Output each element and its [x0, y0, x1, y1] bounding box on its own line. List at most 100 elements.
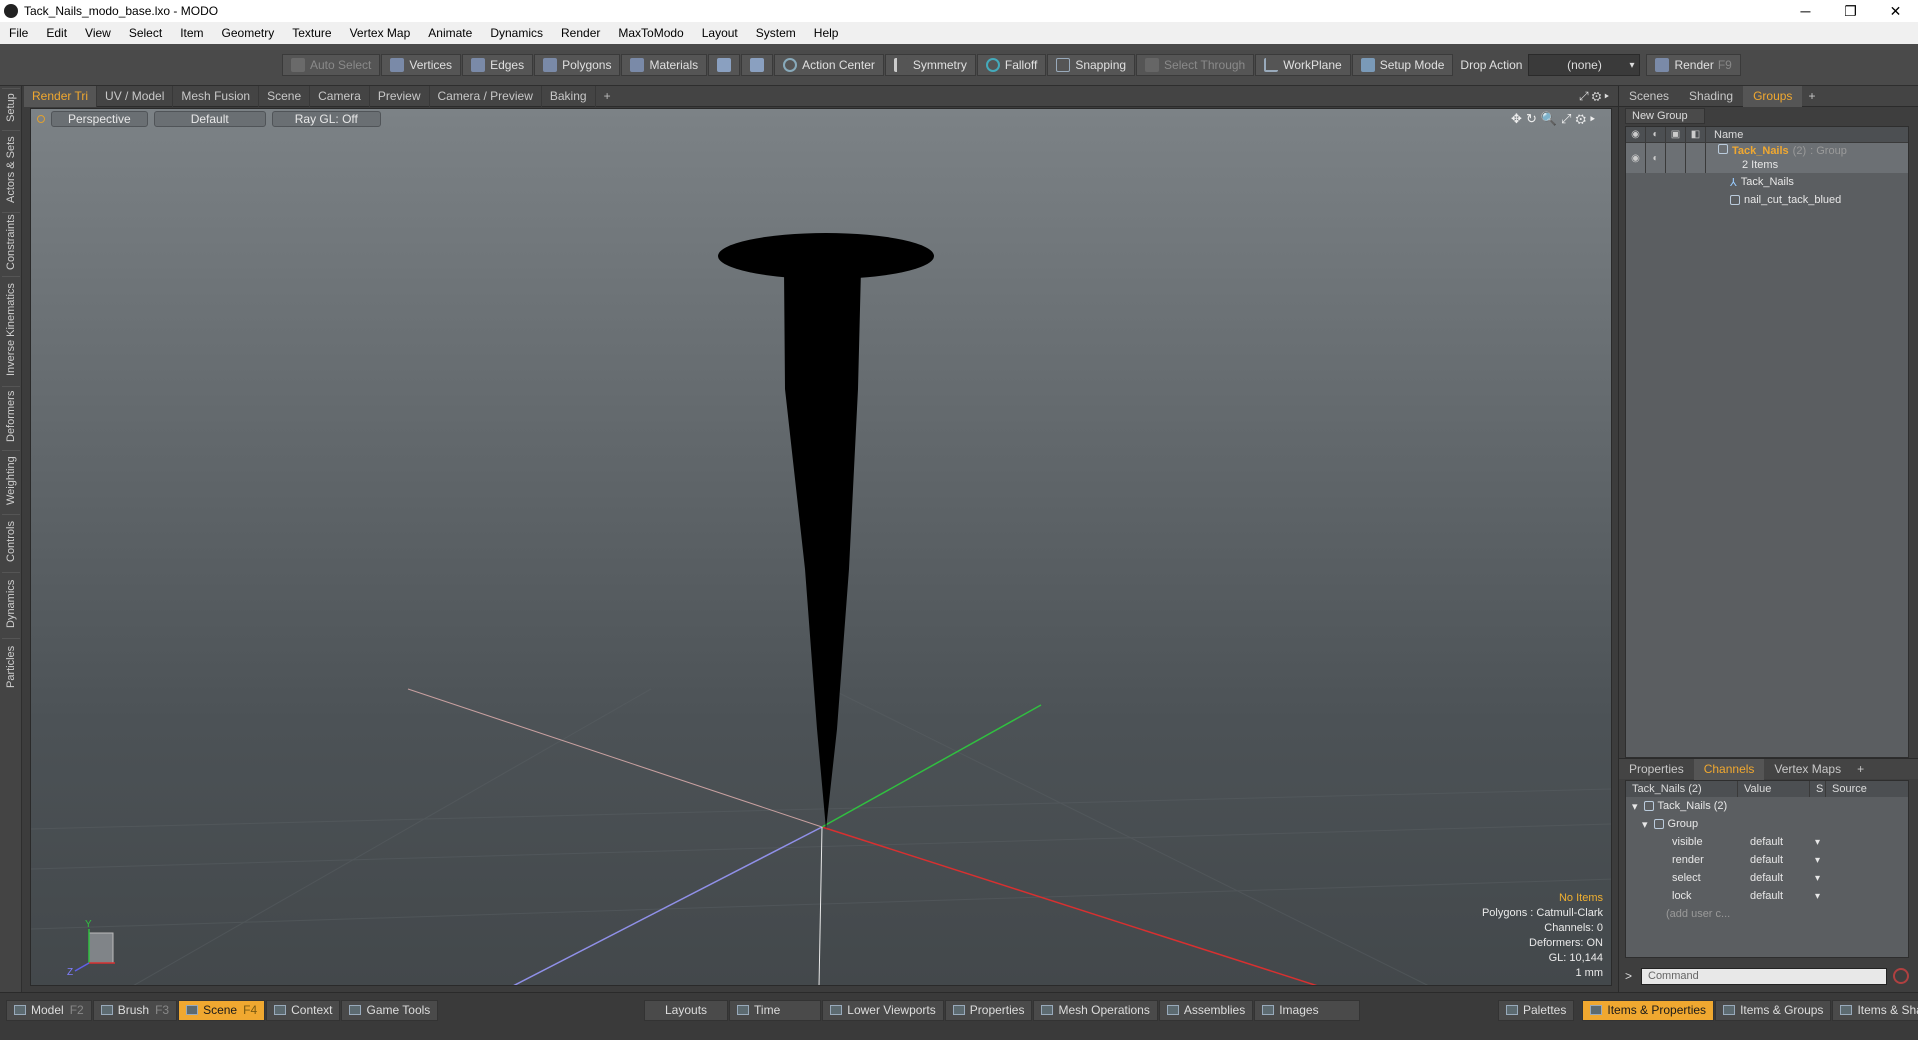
new-group-button[interactable]: New Group — [1625, 108, 1705, 124]
shading-button[interactable]: Default — [153, 111, 266, 127]
palettes-button[interactable]: Palettes — [1498, 999, 1575, 1021]
tab-actors-sets[interactable]: Actors & Sets — [2, 130, 20, 208]
rotate-view-icon[interactable]: ↻ — [1526, 111, 1541, 126]
group-lock-toggle[interactable] — [1666, 143, 1686, 173]
game-tools-layout-button[interactable]: Game Tools — [341, 999, 439, 1021]
viewport-gear-icon[interactable]: ⚙ — [1575, 111, 1590, 126]
channels-root-row[interactable]: ▾ Tack_Nails (2) — [1626, 797, 1908, 815]
tab-scene[interactable]: Scene — [259, 85, 311, 107]
menu-maxtomodo[interactable]: MaxToModo — [609, 26, 692, 40]
items-shading-button[interactable]: Items & Shading — [1832, 999, 1918, 1021]
tab-vertex-maps[interactable]: Vertex Maps — [1764, 759, 1851, 780]
add-tab-button[interactable]: + — [596, 86, 619, 107]
model-layout-button[interactable]: Model F2 — [6, 999, 92, 1021]
action-center-button[interactable]: Action Center — [774, 54, 884, 76]
tab-constraints[interactable]: Constraints — [2, 212, 20, 272]
selection-mode-button-a[interactable] — [708, 54, 741, 76]
selection-mode-button-b[interactable] — [741, 54, 774, 76]
assemblies-button[interactable]: Assemblies — [1158, 999, 1254, 1021]
add-bottom-tab-button[interactable]: + — [1851, 759, 1870, 780]
mesh-operations-button[interactable]: Mesh Operations — [1033, 999, 1158, 1021]
add-user-channel-row[interactable]: (add user c... — [1626, 905, 1908, 923]
viewport-menu-icon[interactable] — [37, 115, 45, 123]
group-child-row[interactable]: ⅄ Tack_Nails — [1626, 173, 1908, 191]
channels-group-row[interactable]: ▾ Group — [1626, 815, 1908, 833]
view-mode-button[interactable]: Perspective — [51, 111, 148, 127]
select-through-button[interactable]: Select Through — [1136, 54, 1255, 76]
menu-view[interactable]: View — [76, 26, 120, 40]
tab-setup[interactable]: Setup — [2, 88, 20, 126]
collapse-icon[interactable]: ▾ — [1626, 818, 1648, 831]
minimize-button[interactable]: ─ — [1783, 0, 1828, 22]
properties-button[interactable]: Properties — [944, 999, 1033, 1021]
tab-inverse-kinematics[interactable]: Inverse Kinematics — [2, 276, 20, 382]
menu-texture[interactable]: Texture — [283, 26, 340, 40]
menu-help[interactable]: Help — [805, 26, 848, 40]
tab-camera-preview[interactable]: Camera / Preview — [430, 85, 542, 107]
group-select-toggle[interactable] — [1686, 143, 1706, 173]
group-child-row[interactable]: nail_cut_tack_blued — [1626, 191, 1908, 209]
maximize-button[interactable]: ❐ — [1828, 0, 1873, 22]
brush-layout-button[interactable]: Brush F3 — [92, 999, 178, 1021]
menu-render[interactable]: Render — [552, 26, 609, 40]
symmetry-button[interactable]: Symmetry — [884, 54, 976, 76]
channel-row-select[interactable]: select default — [1626, 869, 1908, 887]
raygl-button[interactable]: Ray GL: Off — [271, 111, 381, 127]
3d-viewport[interactable]: Y Z Perspective Default Ray GL: Off ✥↻🔍⤢… — [30, 108, 1612, 986]
fit-icon[interactable]: ⤢ — [1561, 111, 1575, 126]
group-render-toggle[interactable]: ◐ — [1646, 143, 1666, 173]
menu-geometry[interactable]: Geometry — [213, 26, 284, 40]
edges-button[interactable]: Edges — [462, 54, 534, 76]
time-button[interactable]: Time — [729, 999, 822, 1021]
auto-select-button[interactable]: Auto Select — [282, 54, 381, 76]
menu-animate[interactable]: Animate — [419, 26, 481, 40]
menu-dynamics[interactable]: Dynamics — [481, 26, 552, 40]
close-button[interactable]: ✕ — [1873, 0, 1918, 22]
items-groups-button[interactable]: Items & Groups — [1715, 999, 1832, 1021]
tab-deformers[interactable]: Deformers — [2, 386, 20, 446]
layouts-button[interactable]: Layouts — [644, 999, 729, 1021]
tab-controls[interactable]: Controls — [2, 514, 20, 568]
gear-icon[interactable]: ⚙ — [1592, 89, 1605, 103]
collapse-icon[interactable]: ▾ — [1626, 800, 1638, 813]
snapping-button[interactable]: Snapping — [1047, 54, 1136, 76]
tab-particles[interactable]: Particles — [2, 638, 20, 694]
tab-groups[interactable]: Groups — [1743, 85, 1803, 107]
tab-channels[interactable]: Channels — [1693, 758, 1765, 780]
render-toggle-icon[interactable]: ◐ — [1646, 126, 1666, 143]
command-input[interactable]: Command — [1641, 967, 1887, 985]
add-right-tab-button[interactable]: + — [1802, 86, 1821, 107]
menu-vertex-map[interactable]: Vertex Map — [341, 26, 420, 40]
context-layout-button[interactable]: Context — [266, 999, 341, 1021]
tab-scenes[interactable]: Scenes — [1619, 86, 1679, 107]
workplane-button[interactable]: WorkPlane — [1255, 54, 1351, 76]
tab-camera[interactable]: Camera — [310, 85, 370, 107]
expand-icon[interactable]: ⤢ — [1579, 89, 1592, 103]
polygons-button[interactable]: Polygons — [534, 54, 621, 76]
tab-uv-model[interactable]: UV / Model — [97, 85, 174, 107]
tab-baking[interactable]: Baking — [542, 85, 596, 107]
tab-dynamics[interactable]: Dynamics — [2, 572, 20, 634]
lock-icon[interactable]: ▣ — [1666, 126, 1686, 143]
menu-edit[interactable]: Edit — [37, 26, 76, 40]
eye-icon[interactable]: ◉ — [1626, 126, 1646, 143]
channel-value-select[interactable]: default — [1744, 854, 1824, 866]
menu-layout[interactable]: Layout — [693, 26, 747, 40]
lower-viewports-button[interactable]: Lower Viewports — [822, 999, 944, 1021]
channel-row-visible[interactable]: visible default — [1626, 833, 1908, 851]
images-button[interactable]: Images — [1254, 999, 1360, 1021]
tab-preview[interactable]: Preview — [370, 85, 430, 107]
channel-value-select[interactable]: default — [1744, 836, 1824, 848]
channel-value-select[interactable]: default — [1744, 890, 1824, 902]
tab-shading[interactable]: Shading — [1679, 86, 1743, 107]
scene-layout-button[interactable]: Scene F4 — [178, 999, 266, 1021]
items-properties-button[interactable]: Items & Properties — [1582, 999, 1715, 1021]
materials-button[interactable]: Materials — [621, 54, 708, 76]
viewport-arrow-icon[interactable]: ▸ — [1590, 111, 1599, 126]
tab-render-tri[interactable]: Render Tri — [24, 85, 98, 107]
setup-mode-button[interactable]: Setup Mode — [1351, 54, 1454, 76]
group-visible-toggle[interactable]: ◉ — [1626, 143, 1646, 173]
channel-value-select[interactable]: default — [1744, 872, 1824, 884]
vertices-button[interactable]: Vertices — [381, 54, 462, 76]
menu-system[interactable]: System — [747, 26, 805, 40]
